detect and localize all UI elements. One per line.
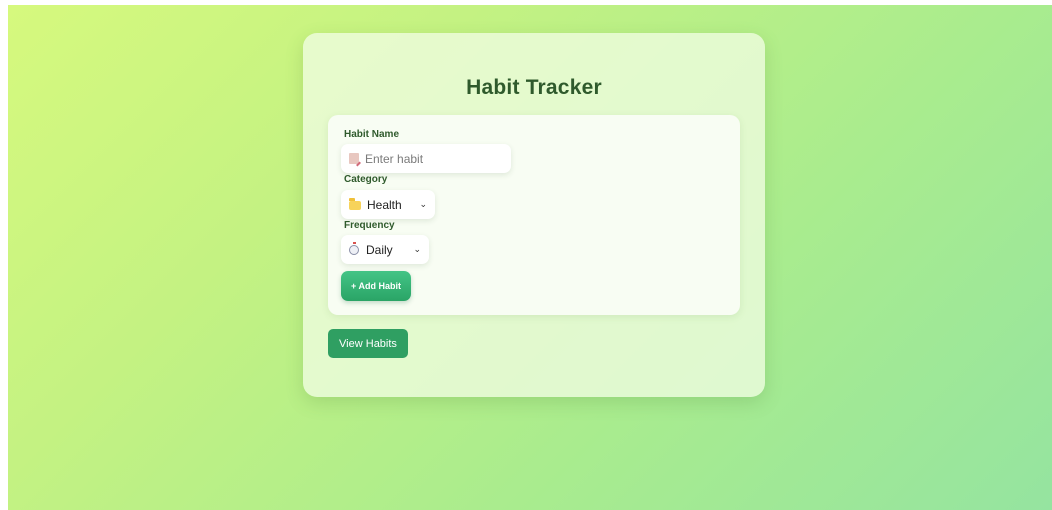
folder-icon <box>349 198 361 210</box>
category-select[interactable]: Health ⌄ <box>341 190 435 219</box>
chevron-down-icon: ⌄ <box>413 244 421 254</box>
stopwatch-icon <box>349 241 359 255</box>
habit-name-input[interactable]: Enter habit <box>341 144 511 173</box>
page-title: Habit Tracker <box>466 76 602 99</box>
frequency-selected-value: Daily <box>366 242 393 257</box>
chevron-down-icon: ⌄ <box>419 199 427 209</box>
category-selected-value: Health <box>367 197 402 212</box>
add-habit-form: Habit Name Enter habit Category Health ⌄… <box>328 115 740 315</box>
view-habits-button[interactable]: View Habits <box>328 329 408 358</box>
memo-icon <box>349 153 359 164</box>
add-habit-button[interactable]: + Add Habit <box>341 271 411 301</box>
habit-name-label: Habit Name <box>344 129 400 140</box>
frequency-label: Frequency <box>344 220 395 231</box>
habit-tracker-card: Habit Tracker Habit Name Enter habit Cat… <box>303 33 765 397</box>
frequency-select[interactable]: Daily ⌄ <box>341 235 429 264</box>
page-background: Habit Tracker Habit Name Enter habit Cat… <box>8 5 1052 510</box>
habit-name-placeholder: Enter habit <box>365 151 424 166</box>
category-label: Category <box>344 174 388 185</box>
